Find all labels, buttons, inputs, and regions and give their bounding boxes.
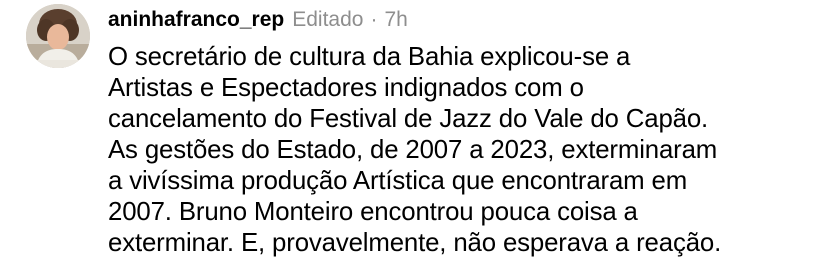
user-avatar-icon[interactable] <box>26 4 90 68</box>
comment-meta: aninhafranco_rep Editado · 7h <box>108 0 820 40</box>
username-link[interactable]: aninhafranco_rep <box>108 0 284 40</box>
comment-text-line: 2007. Bruno Monteiro encontrou pouca coi… <box>108 198 638 226</box>
comment-text-line: cancelamento do Festival de Jazz do Vale… <box>108 105 709 133</box>
comment-text-line: Artistas e Espectadores indignados com o <box>108 74 584 102</box>
meta-separator: · <box>370 8 378 31</box>
avatar-photo <box>26 4 90 68</box>
comment-text-line: As gestões do Estado, de 2007 a 2023, ex… <box>108 136 718 164</box>
comment-text-line: O secretário de cultura da Bahia explico… <box>108 43 631 71</box>
comment-text-line: a vivíssima produção Artística que encon… <box>108 167 688 195</box>
comment-text: O secretário de cultura da Bahia explico… <box>108 42 820 259</box>
timestamp[interactable]: 7h <box>384 0 407 40</box>
comment: aninhafranco_rep Editado · 7h O secretár… <box>0 0 828 275</box>
comment-text-line: exterminar. E, provavelmente, não espera… <box>108 229 722 257</box>
edited-label: Editado <box>292 8 364 31</box>
comment-body: aninhafranco_rep Editado · 7h O secretár… <box>108 0 820 259</box>
